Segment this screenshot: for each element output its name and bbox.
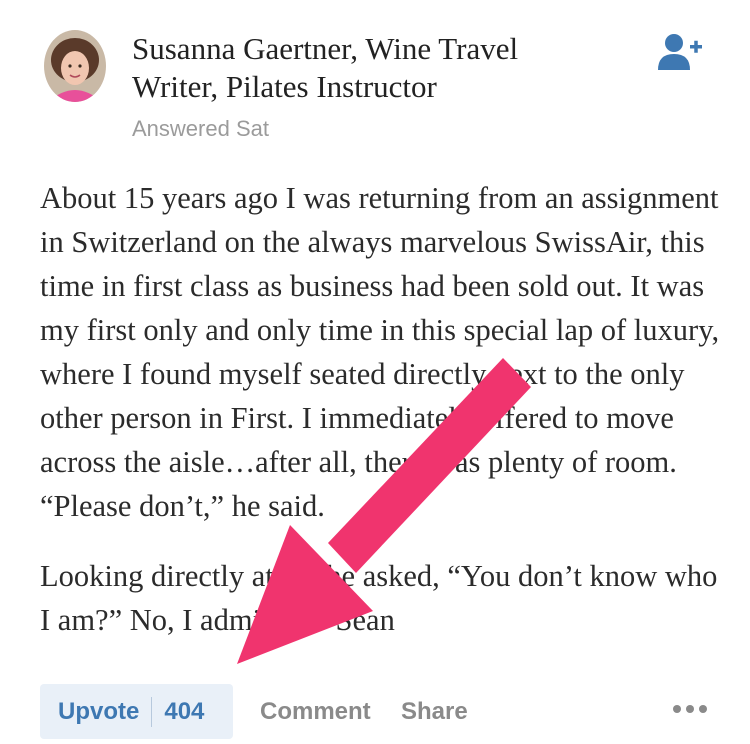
avatar[interactable] xyxy=(44,30,106,102)
answer-header: Susanna Gaertner, Wine Travel Writer, Pi… xyxy=(0,0,750,160)
author-name[interactable]: Susanna Gaertner, Wine Travel Writer, Pi… xyxy=(132,30,602,106)
comment-button[interactable]: Comment xyxy=(260,698,371,726)
upvote-count: 404 xyxy=(164,697,205,725)
add-user-icon[interactable] xyxy=(656,32,704,72)
answer-paragraph: Looking directly at me he asked, “You do… xyxy=(40,559,718,637)
upvote-divider xyxy=(151,696,153,727)
answer-body: About 15 years ago I was returning from … xyxy=(40,176,730,666)
upvote-label: Upvote xyxy=(58,697,140,725)
action-bar: Upvote 404 Comment Share xyxy=(0,676,750,744)
answer-paragraph: About 15 years ago I was returning from … xyxy=(40,181,720,523)
upvote-button[interactable]: Upvote 404 xyxy=(40,684,233,739)
share-button[interactable]: Share xyxy=(401,698,468,726)
more-horizontal-icon[interactable] xyxy=(672,702,708,714)
content-fade xyxy=(0,640,750,676)
answered-timestamp: Answered Sat xyxy=(132,116,269,141)
